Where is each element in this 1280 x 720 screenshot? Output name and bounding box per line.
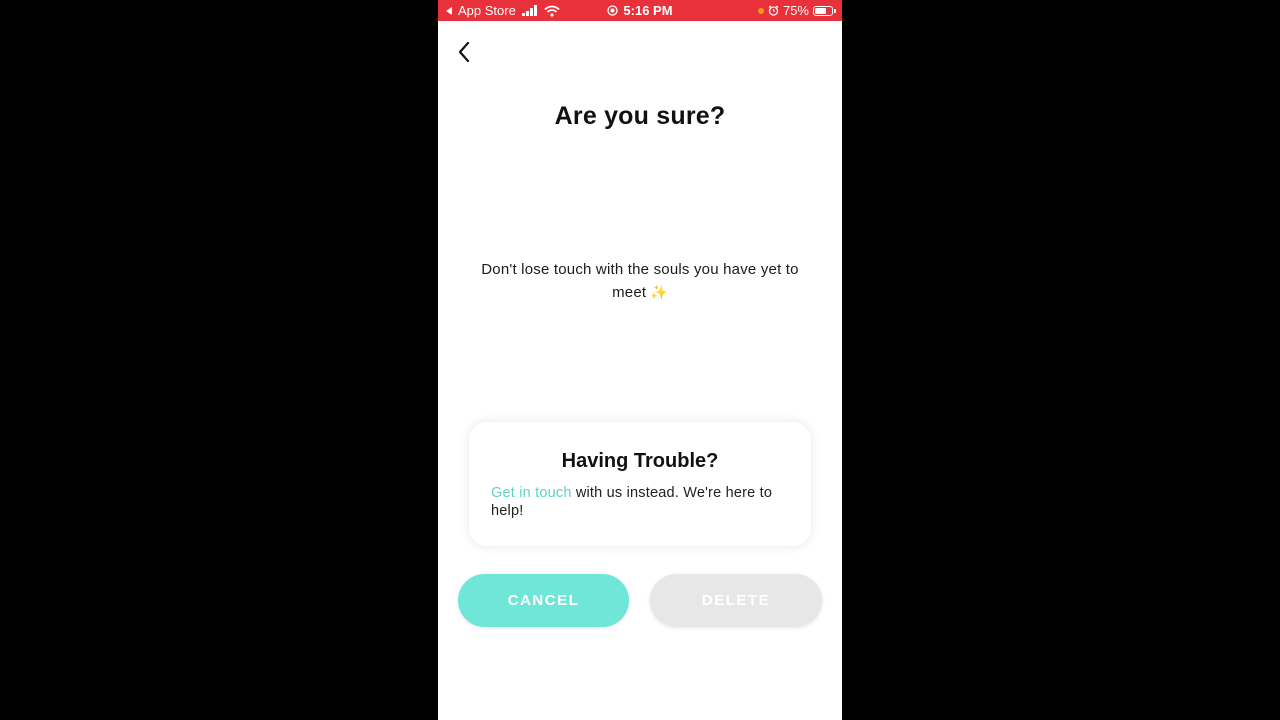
back-button[interactable] [452, 38, 476, 66]
help-card-title: Having Trouble? [561, 450, 719, 472]
battery-percent: 75% [782, 3, 809, 18]
page-title: Are you sure? [554, 102, 726, 130]
cancel-button[interactable]: CANCEL [458, 574, 629, 627]
battery-fill [815, 7, 826, 14]
cancel-button-label: CANCEL [507, 592, 580, 609]
sparkle-emoji: ✨ [650, 284, 668, 300]
battery-icon [813, 5, 833, 16]
phone-screen: App Store 5:16 PM 75% Are you sure? Don'… [438, 0, 842, 720]
screen-record-icon [607, 5, 619, 16]
get-in-touch-link[interactable]: Get in touch [491, 485, 572, 501]
status-bar: App Store 5:16 PM 75% [438, 0, 842, 21]
status-right: 75% [757, 3, 836, 18]
delete-button[interactable]: DELETE [650, 574, 822, 627]
retention-message: Don't lose touch with the souls you have… [462, 258, 818, 304]
alarm-icon [768, 5, 779, 16]
location-dot-icon [757, 7, 764, 14]
chevron-left-icon [458, 41, 470, 63]
delete-button-label: DELETE [701, 592, 771, 609]
help-card-text: Get in touch with us instead. We're here… [491, 484, 789, 520]
status-time: 5:16 PM [623, 3, 673, 18]
message-text: Don't lose touch with the souls you have… [481, 261, 799, 301]
battery-cap [834, 8, 836, 13]
help-card: Having Trouble? Get in touch with us ins… [469, 422, 811, 546]
